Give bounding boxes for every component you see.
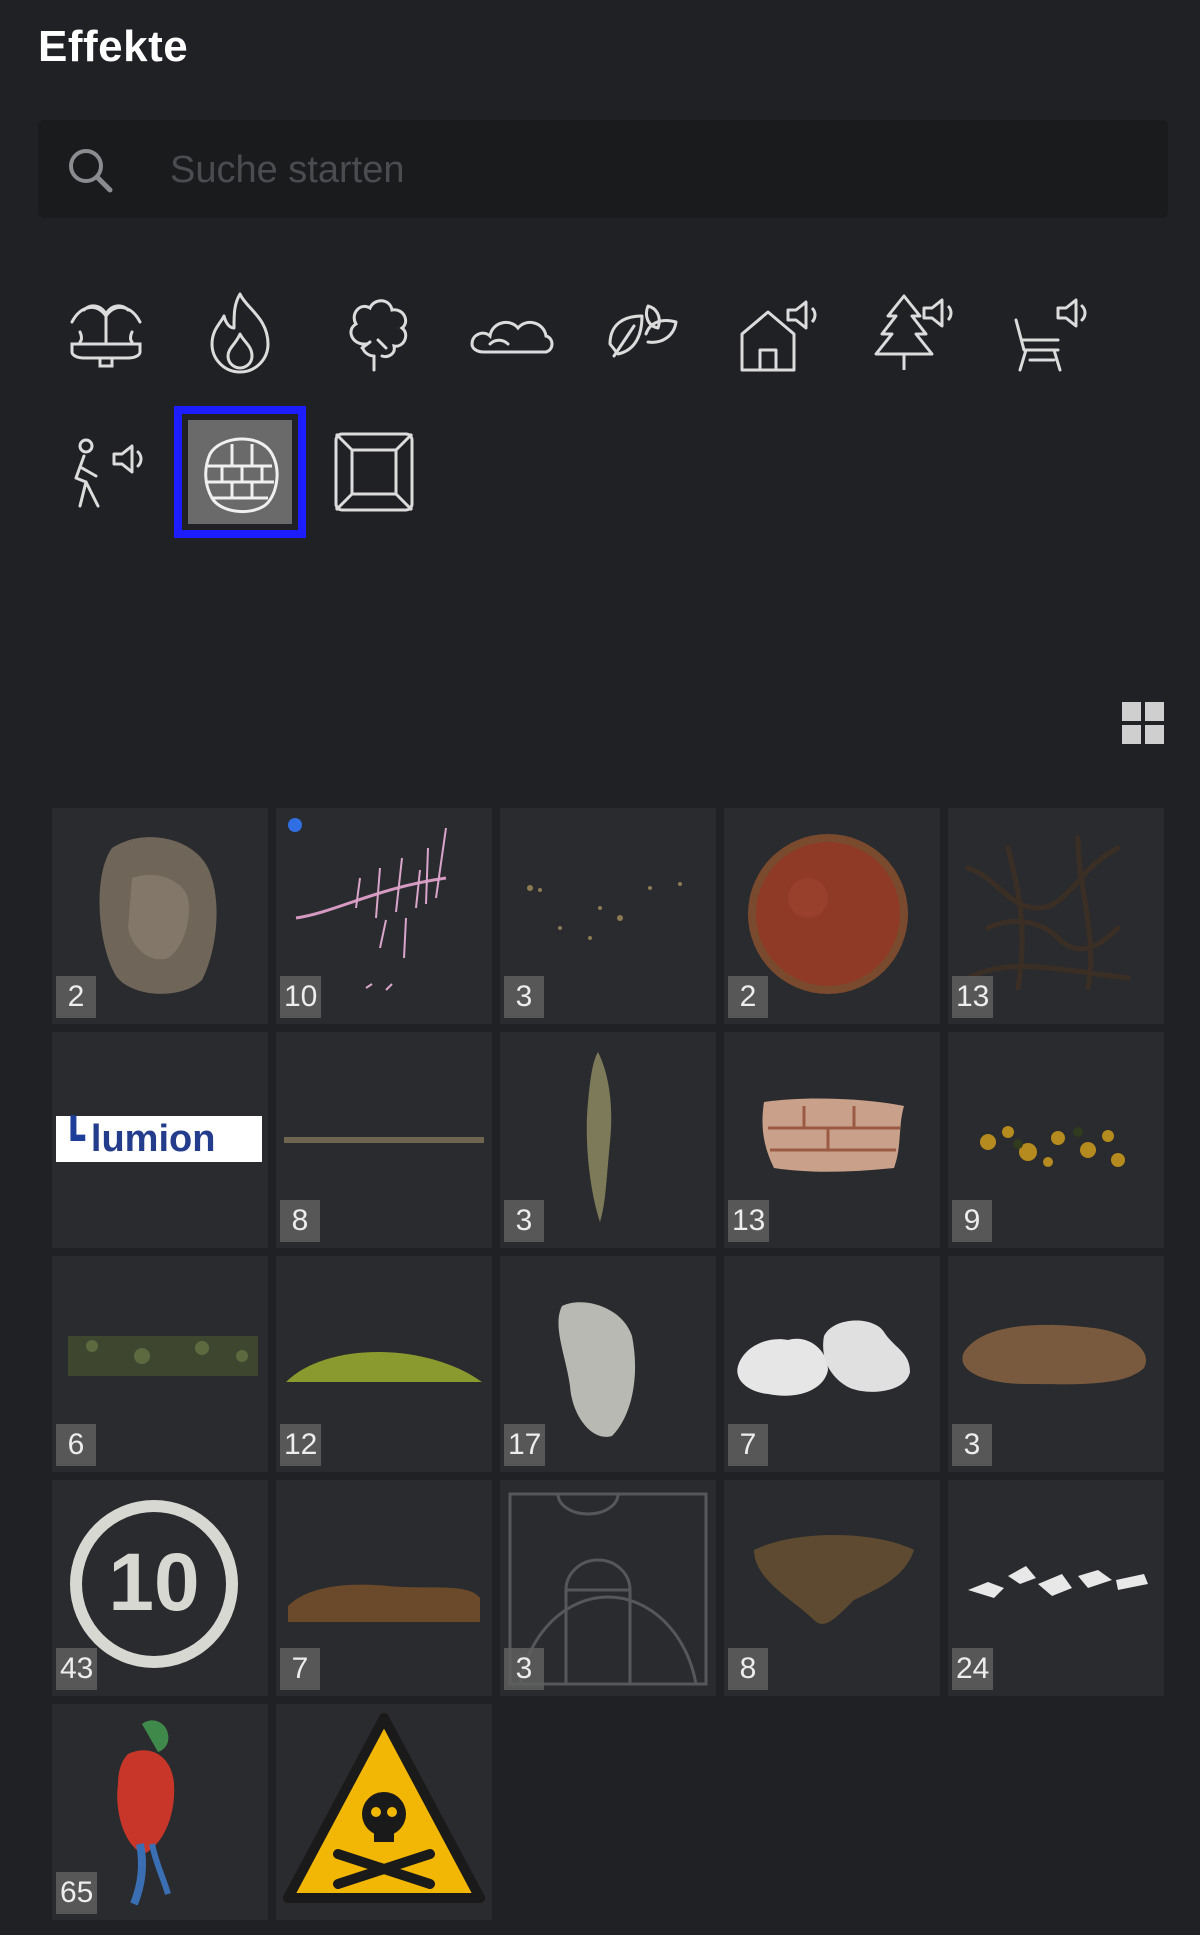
house-sound-icon[interactable] bbox=[726, 280, 830, 384]
library-item[interactable]: 3 bbox=[948, 1256, 1164, 1472]
library-item[interactable]: 10 43 bbox=[52, 1480, 268, 1696]
library-item[interactable]: 12 bbox=[276, 1256, 492, 1472]
search-bar[interactable] bbox=[38, 120, 1168, 218]
cloud-icon[interactable] bbox=[458, 280, 562, 384]
smoke-icon[interactable] bbox=[322, 280, 426, 384]
toxic-warning-sign-thumbnail bbox=[283, 1713, 485, 1903]
fire-icon[interactable] bbox=[188, 280, 292, 384]
item-count: 12 bbox=[280, 1424, 322, 1466]
library-item[interactable]: 6 bbox=[52, 1256, 268, 1472]
item-count: 3 bbox=[504, 976, 544, 1018]
grid-view-icon[interactable] bbox=[1120, 700, 1166, 746]
item-count: 3 bbox=[504, 1648, 544, 1690]
fountain-icon[interactable] bbox=[54, 280, 158, 384]
item-count: 13 bbox=[728, 1200, 770, 1242]
library-item[interactable]: 13 bbox=[948, 808, 1164, 1024]
item-count: 8 bbox=[280, 1200, 320, 1242]
person-sound-icon[interactable] bbox=[54, 420, 158, 524]
item-count: 3 bbox=[504, 1200, 544, 1242]
library-item[interactable]: 3 bbox=[500, 808, 716, 1024]
library-item[interactable]: 3 bbox=[500, 1480, 716, 1696]
library-item[interactable] bbox=[276, 1704, 492, 1920]
library-item[interactable]: 3 bbox=[500, 1032, 716, 1248]
library-item[interactable]: 24 bbox=[948, 1480, 1164, 1696]
library-item[interactable]: 17 bbox=[500, 1256, 716, 1472]
library-item[interactable]: 13 bbox=[724, 1032, 940, 1248]
item-count: 10 bbox=[280, 976, 322, 1018]
item-count: 65 bbox=[56, 1872, 98, 1914]
panel-title: Effekte bbox=[38, 22, 189, 71]
search-icon bbox=[69, 149, 113, 193]
item-count: 6 bbox=[56, 1424, 96, 1466]
chair-sound-icon[interactable] bbox=[996, 280, 1100, 384]
leaves-icon[interactable] bbox=[592, 280, 696, 384]
sign-number: 10 bbox=[108, 1537, 199, 1628]
item-count: 2 bbox=[728, 976, 768, 1018]
library-item[interactable]: 2 bbox=[52, 808, 268, 1024]
item-count: 8 bbox=[728, 1648, 768, 1690]
lumion-logo: ┗ lumion bbox=[56, 1116, 262, 1162]
frame-icon[interactable] bbox=[322, 420, 426, 524]
item-count: 43 bbox=[56, 1648, 98, 1690]
search-input[interactable] bbox=[168, 138, 1132, 202]
item-count: 9 bbox=[952, 1200, 992, 1242]
library-item[interactable]: 10 bbox=[276, 808, 492, 1024]
library-item[interactable]: 9 bbox=[948, 1032, 1164, 1248]
item-count: 2 bbox=[56, 976, 96, 1018]
item-count: 24 bbox=[952, 1648, 994, 1690]
library-item[interactable]: 8 bbox=[724, 1480, 940, 1696]
item-count: 3 bbox=[952, 1424, 992, 1466]
surface-decal-icon[interactable] bbox=[174, 406, 306, 538]
item-count: 7 bbox=[280, 1648, 320, 1690]
tree-sound-icon[interactable] bbox=[862, 280, 966, 384]
library-item[interactable]: ┗ lumion bbox=[52, 1032, 268, 1248]
new-indicator-dot bbox=[288, 818, 302, 832]
item-count: 13 bbox=[952, 976, 994, 1018]
library-item[interactable]: 7 bbox=[724, 1256, 940, 1472]
library-item[interactable]: 8 bbox=[276, 1032, 492, 1248]
library-item[interactable]: 7 bbox=[276, 1480, 492, 1696]
item-count: 7 bbox=[728, 1424, 768, 1466]
library-item[interactable]: 65 bbox=[52, 1704, 268, 1920]
item-count: 17 bbox=[504, 1424, 546, 1466]
library-item[interactable]: 2 bbox=[724, 808, 940, 1024]
